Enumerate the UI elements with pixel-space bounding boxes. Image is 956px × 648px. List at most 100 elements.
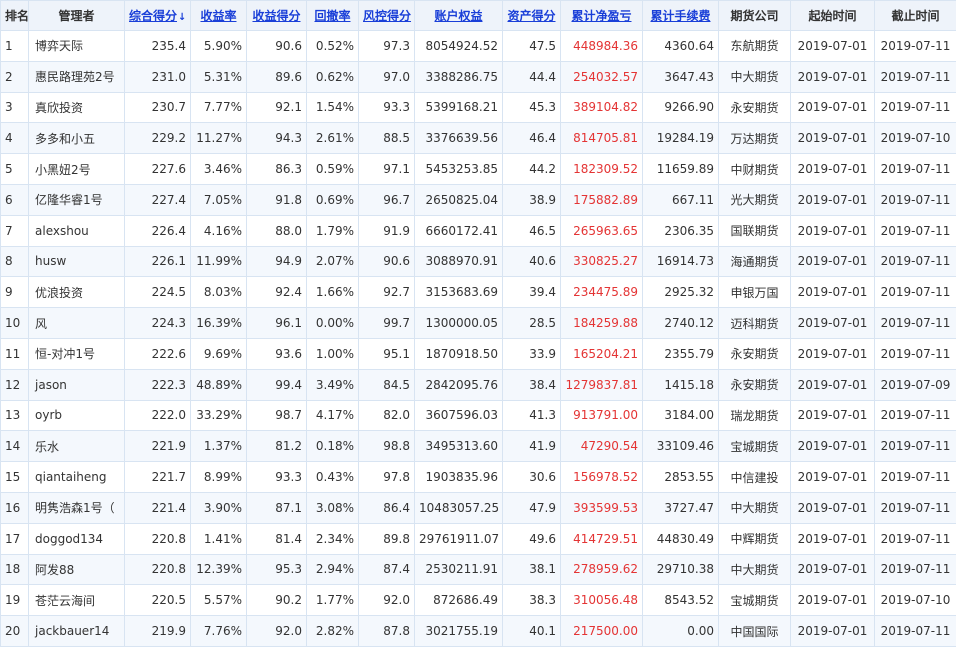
- cell-composite-score: 227.6: [124, 153, 191, 185]
- cell-start-date: 2019-07-01: [790, 430, 875, 463]
- header-return-rate[interactable]: 收益率: [190, 0, 247, 31]
- cell-asset-score: 39.4: [502, 276, 561, 309]
- cell-start-date: 2019-07-01: [790, 615, 875, 647]
- cell-manager: jason: [28, 368, 125, 401]
- header-label: 排名: [5, 9, 29, 23]
- cell-net-profit: 414729.51: [560, 522, 643, 555]
- cell-asset-score: 49.6: [502, 522, 561, 555]
- ranking-table: 排名 管理者 综合得分↓ 收益率 收益得分 回撤率 风控得分 账户权益 资产得分 累计净盈亏 累计手…: [0, 0, 956, 647]
- cell-start-date: 2019-07-01: [790, 337, 875, 370]
- cell-rank: 5: [0, 153, 29, 185]
- cell-return-score: 92.0: [246, 615, 307, 647]
- cell-futures-company: 万达期货: [718, 122, 791, 155]
- cell-risk-score: 88.5: [358, 122, 415, 155]
- cell-start-date: 2019-07-01: [790, 461, 875, 493]
- cell-start-date: 2019-07-01: [790, 122, 875, 155]
- cell-return-rate: 1.37%: [190, 430, 247, 463]
- cell-return-score: 91.8: [246, 183, 307, 216]
- cell-composite-score: 230.7: [124, 91, 191, 124]
- cell-account-equity: 1870918.50: [414, 337, 503, 370]
- cell-futures-company: 申银万国: [718, 276, 791, 309]
- cell-drawdown-rate: 3.49%: [306, 368, 359, 401]
- cell-return-score: 81.4: [246, 522, 307, 555]
- cell-return-score: 93.3: [246, 461, 307, 493]
- cell-commission: 2853.55: [642, 461, 719, 493]
- cell-commission: 2740.12: [642, 307, 719, 339]
- header-commission[interactable]: 累计手续费: [642, 0, 719, 31]
- header-label: 起始时间: [808, 9, 857, 23]
- cell-asset-score: 41.9: [502, 430, 561, 463]
- cell-start-date: 2019-07-01: [790, 491, 875, 524]
- cell-futures-company: 迈科期货: [718, 307, 791, 339]
- cell-commission: 3184.00: [642, 399, 719, 432]
- cell-rank: 18: [0, 553, 29, 586]
- cell-commission: 11659.89: [642, 153, 719, 185]
- header-return-score[interactable]: 收益得分: [246, 0, 307, 31]
- cell-end-date: 2019-07-10: [874, 584, 956, 617]
- cell-return-score: 88.0: [246, 214, 307, 247]
- cell-risk-score: 91.9: [358, 214, 415, 247]
- cell-account-equity: 6660172.41: [414, 214, 503, 247]
- cell-return-rate: 9.69%: [190, 337, 247, 370]
- cell-end-date: 2019-07-11: [874, 337, 956, 370]
- cell-risk-score: 97.1: [358, 153, 415, 185]
- header-composite-score[interactable]: 综合得分↓: [124, 0, 191, 31]
- cell-net-profit: 1279837.81: [560, 368, 643, 401]
- header-manager: 管理者: [28, 0, 125, 31]
- cell-net-profit: 330825.27: [560, 245, 643, 278]
- cell-futures-company: 瑞龙期货: [718, 399, 791, 432]
- table-row: 2 惠民路理苑2号 231.0 5.31% 89.6 0.62% 97.0 3388286.7…: [0, 60, 956, 93]
- table-row: 7 alexshou 226.4 4.16% 88.0 1.79% 91.9 6660172.…: [0, 214, 956, 247]
- cell-risk-score: 99.7: [358, 307, 415, 339]
- cell-composite-score: 222.6: [124, 337, 191, 370]
- cell-manager: 真欣投资: [28, 91, 125, 124]
- header-asset-score[interactable]: 资产得分: [502, 0, 561, 31]
- cell-asset-score: 44.4: [502, 60, 561, 93]
- table-row: 6 亿隆华睿1号 227.4 7.05% 91.8 0.69% 96.7 2650825.04…: [0, 183, 956, 216]
- cell-account-equity: 29761911.07: [414, 522, 503, 555]
- table-row: 20 jackbauer14 219.9 7.76% 92.0 2.82% 87.8 3021…: [0, 615, 956, 647]
- table-row: 5 小黑妞2号 227.6 3.46% 86.3 0.59% 97.1 5453253.85 4…: [0, 153, 956, 185]
- header-risk-score[interactable]: 风控得分: [358, 0, 415, 31]
- cell-return-score: 93.6: [246, 337, 307, 370]
- cell-rank: 7: [0, 214, 29, 247]
- header-account-equity[interactable]: 账户权益: [414, 0, 503, 31]
- header-label: 收益率: [200, 9, 237, 23]
- cell-drawdown-rate: 2.07%: [306, 245, 359, 278]
- cell-commission: 2306.35: [642, 214, 719, 247]
- cell-return-score: 99.4: [246, 368, 307, 401]
- cell-return-score: 87.1: [246, 491, 307, 524]
- cell-net-profit: 165204.21: [560, 337, 643, 370]
- cell-drawdown-rate: 4.17%: [306, 399, 359, 432]
- header-row: 排名 管理者 综合得分↓ 收益率 收益得分 回撤率 风控得分 账户权益 资产得分 累计净盈亏 累计手…: [0, 0, 956, 31]
- cell-account-equity: 3607596.03: [414, 399, 503, 432]
- table-row: 3 真欣投资 230.7 7.77% 92.1 1.54% 93.3 5399168.21 45…: [0, 91, 956, 124]
- cell-return-rate: 7.76%: [190, 615, 247, 647]
- cell-start-date: 2019-07-01: [790, 183, 875, 216]
- cell-futures-company: 中财期货: [718, 153, 791, 185]
- cell-manager: oyrb: [28, 399, 125, 432]
- header-label: 资产得分: [507, 9, 556, 23]
- header-drawdown-rate[interactable]: 回撤率: [306, 0, 359, 31]
- header-label: 综合得分: [129, 9, 178, 23]
- cell-return-rate: 48.89%: [190, 368, 247, 401]
- cell-start-date: 2019-07-01: [790, 522, 875, 555]
- cell-rank: 19: [0, 584, 29, 617]
- cell-end-date: 2019-07-11: [874, 214, 956, 247]
- cell-return-score: 92.4: [246, 276, 307, 309]
- cell-drawdown-rate: 2.34%: [306, 522, 359, 555]
- cell-risk-score: 92.0: [358, 584, 415, 617]
- header-label: 账户权益: [434, 9, 483, 23]
- cell-end-date: 2019-07-11: [874, 491, 956, 524]
- cell-risk-score: 87.4: [358, 553, 415, 586]
- cell-net-profit: 278959.62: [560, 553, 643, 586]
- cell-drawdown-rate: 1.79%: [306, 214, 359, 247]
- cell-manager: jackbauer14: [28, 615, 125, 647]
- cell-start-date: 2019-07-01: [790, 60, 875, 93]
- cell-commission: 4360.64: [642, 30, 719, 62]
- cell-futures-company: 海通期货: [718, 245, 791, 278]
- header-net-profit[interactable]: 累计净盈亏: [560, 0, 643, 31]
- cell-drawdown-rate: 0.69%: [306, 183, 359, 216]
- cell-rank: 16: [0, 491, 29, 524]
- table-row: 8 husw 226.1 11.99% 94.9 2.07% 90.6 3088970.91 4…: [0, 245, 956, 278]
